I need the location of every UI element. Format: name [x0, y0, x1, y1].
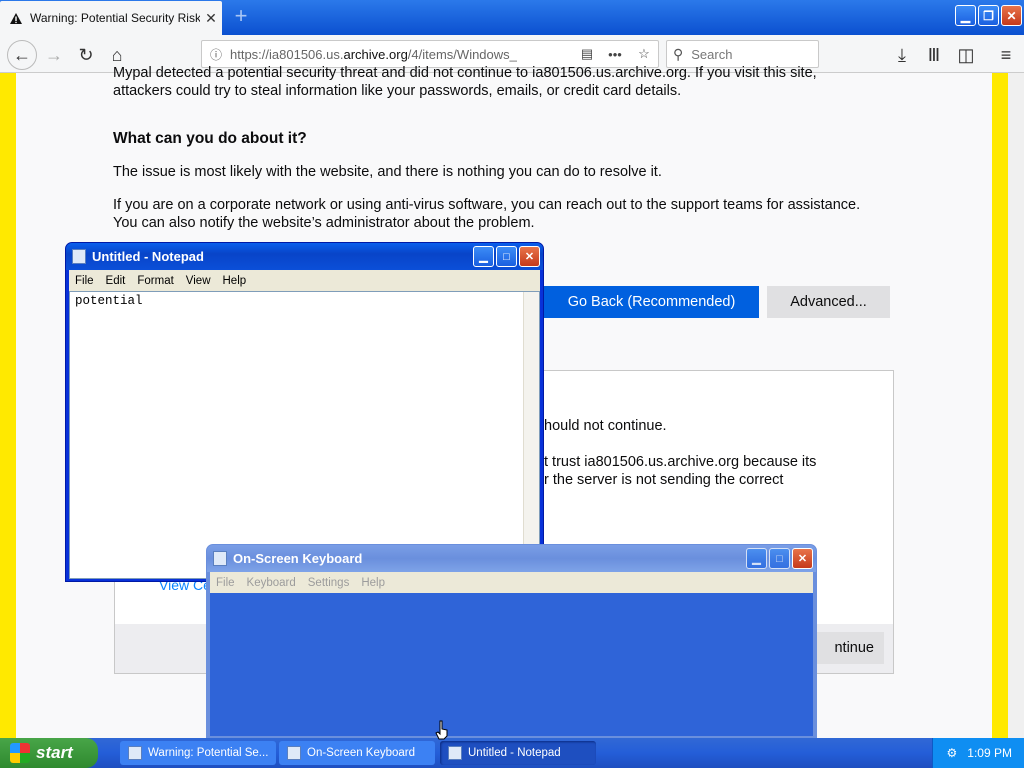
- osk-maximize-button[interactable]: □: [769, 548, 790, 569]
- advanced-text-1: hould not continue.: [544, 418, 667, 434]
- page-actions-icon[interactable]: •••: [600, 47, 630, 62]
- library-button[interactable]: Ⅲ: [921, 42, 947, 68]
- warning-border-left: [0, 73, 16, 738]
- osk-menu-help[interactable]: Help: [361, 577, 385, 589]
- info-icon[interactable]: ⓘ: [202, 46, 230, 63]
- intro-text-line1: Mypal detected a potential security thre…: [113, 65, 817, 81]
- warning-border-right: [992, 73, 1008, 738]
- reload-icon: ↻: [78, 44, 94, 65]
- search-placeholder: Search: [691, 46, 733, 62]
- menu-format[interactable]: Format: [137, 275, 173, 287]
- osk-key-area: [210, 593, 813, 736]
- forward-button[interactable]: →: [41, 42, 67, 68]
- osk-close-button[interactable]: ✕: [792, 548, 813, 569]
- windows-logo-icon: [10, 743, 30, 763]
- browser-tab[interactable]: Warning: Potential Security Risk Ah ✕: [0, 1, 222, 35]
- taskbar-item-label: On-Screen Keyboard: [307, 747, 416, 759]
- notepad-titlebar[interactable]: Untitled - Notepad ▁ □ ✕: [66, 243, 543, 270]
- sidebar-button[interactable]: ◫: [953, 42, 979, 68]
- osk-title: On-Screen Keyboard: [233, 551, 363, 566]
- menu-help[interactable]: Help: [223, 275, 247, 287]
- tab-title: Warning: Potential Security Risk Ah: [30, 11, 200, 25]
- reader-view-icon[interactable]: ▤: [574, 46, 600, 62]
- system-tray: ⚙ 1:09 PM: [932, 738, 1024, 768]
- keyboard-icon: [287, 746, 301, 760]
- close-button[interactable]: ✕: [1001, 5, 1022, 26]
- paragraph-2-line1: If you are on a corporate network or usi…: [113, 197, 861, 213]
- paragraph-2-line2: You can also notify the website’s admini…: [113, 215, 535, 231]
- osk-menubar: File Keyboard Settings Help: [210, 572, 813, 593]
- notepad-close-button[interactable]: ✕: [519, 246, 540, 267]
- library-icon: Ⅲ: [927, 44, 941, 65]
- restore-button[interactable]: ❐: [978, 5, 999, 26]
- notepad-window[interactable]: Untitled - Notepad ▁ □ ✕ File Edit Forma…: [65, 242, 544, 582]
- start-button[interactable]: start: [0, 738, 98, 768]
- notepad-title: Untitled - Notepad: [92, 249, 204, 264]
- back-button[interactable]: ←: [7, 40, 37, 70]
- browser-icon: [128, 746, 142, 760]
- tab-close-icon[interactable]: ✕: [200, 10, 222, 27]
- notepad-scrollbar[interactable]: [523, 292, 539, 564]
- home-icon: ⌂: [111, 44, 123, 65]
- clock: 1:09 PM: [967, 746, 1012, 760]
- sidebar-icon: ◫: [957, 44, 975, 65]
- network-icon[interactable]: ⚙: [947, 746, 958, 760]
- notepad-icon: [72, 249, 86, 264]
- osk-menu-file[interactable]: File: [216, 577, 235, 589]
- advanced-text-3: r the server is not sending the correct: [544, 472, 784, 488]
- menu-file[interactable]: File: [75, 275, 94, 287]
- keyboard-icon: [213, 551, 227, 566]
- hamburger-icon: ≡: [1000, 44, 1012, 65]
- notepad-icon: [448, 746, 462, 760]
- notepad-content: potential: [75, 294, 143, 308]
- notepad-text-area[interactable]: potential: [69, 291, 540, 579]
- notepad-menubar: File Edit Format View Help: [69, 270, 540, 291]
- download-icon: ⤓: [898, 44, 906, 65]
- page-scrollbar[interactable]: [1008, 73, 1024, 738]
- search-icon: ⚲: [673, 45, 684, 62]
- taskbar-item-browser[interactable]: Warning: Potential Se...: [120, 741, 276, 765]
- osk-minimize-button[interactable]: ▁: [746, 548, 767, 569]
- osk-titlebar[interactable]: On-Screen Keyboard ▁ □ ✕: [207, 545, 816, 572]
- reload-button[interactable]: ↻: [73, 42, 99, 68]
- section-heading: What can you do about it?: [113, 130, 307, 147]
- osk-window[interactable]: On-Screen Keyboard ▁ □ ✕ File Keyboard S…: [206, 544, 817, 740]
- menu-edit[interactable]: Edit: [106, 275, 126, 287]
- osk-menu-keyboard[interactable]: Keyboard: [247, 577, 296, 589]
- taskbar-item-label: Warning: Potential Se...: [148, 747, 269, 759]
- advanced-button[interactable]: Advanced...: [767, 286, 890, 318]
- minimize-button[interactable]: ▁: [955, 5, 976, 26]
- new-tab-button[interactable]: +: [228, 5, 254, 29]
- url-text: https://ia801506.us.archive.org/4/items/…: [230, 46, 517, 62]
- taskbar-item-osk[interactable]: On-Screen Keyboard: [279, 741, 435, 765]
- warning-icon: [8, 10, 24, 26]
- taskbar-item-notepad[interactable]: Untitled - Notepad: [440, 741, 596, 765]
- bookmark-star-icon[interactable]: ☆: [630, 46, 658, 62]
- paragraph-1: The issue is most likely with the websit…: [113, 164, 662, 180]
- go-back-button[interactable]: Go Back (Recommended): [544, 286, 759, 318]
- start-label: start: [36, 743, 73, 762]
- intro-text-line2: attackers could try to steal information…: [113, 83, 682, 99]
- notepad-minimize-button[interactable]: ▁: [473, 246, 494, 267]
- advanced-text-2: t trust ia801506.us.archive.org because …: [544, 454, 817, 470]
- notepad-maximize-button[interactable]: □: [496, 246, 517, 267]
- arrow-left-icon: ←: [13, 44, 31, 65]
- taskbar-item-label: Untitled - Notepad: [468, 747, 561, 759]
- menu-view[interactable]: View: [186, 275, 211, 287]
- arrow-right-icon: →: [45, 44, 63, 65]
- menu-button[interactable]: ≡: [993, 42, 1019, 68]
- osk-menu-settings[interactable]: Settings: [308, 577, 350, 589]
- mouse-cursor-icon: [435, 720, 448, 740]
